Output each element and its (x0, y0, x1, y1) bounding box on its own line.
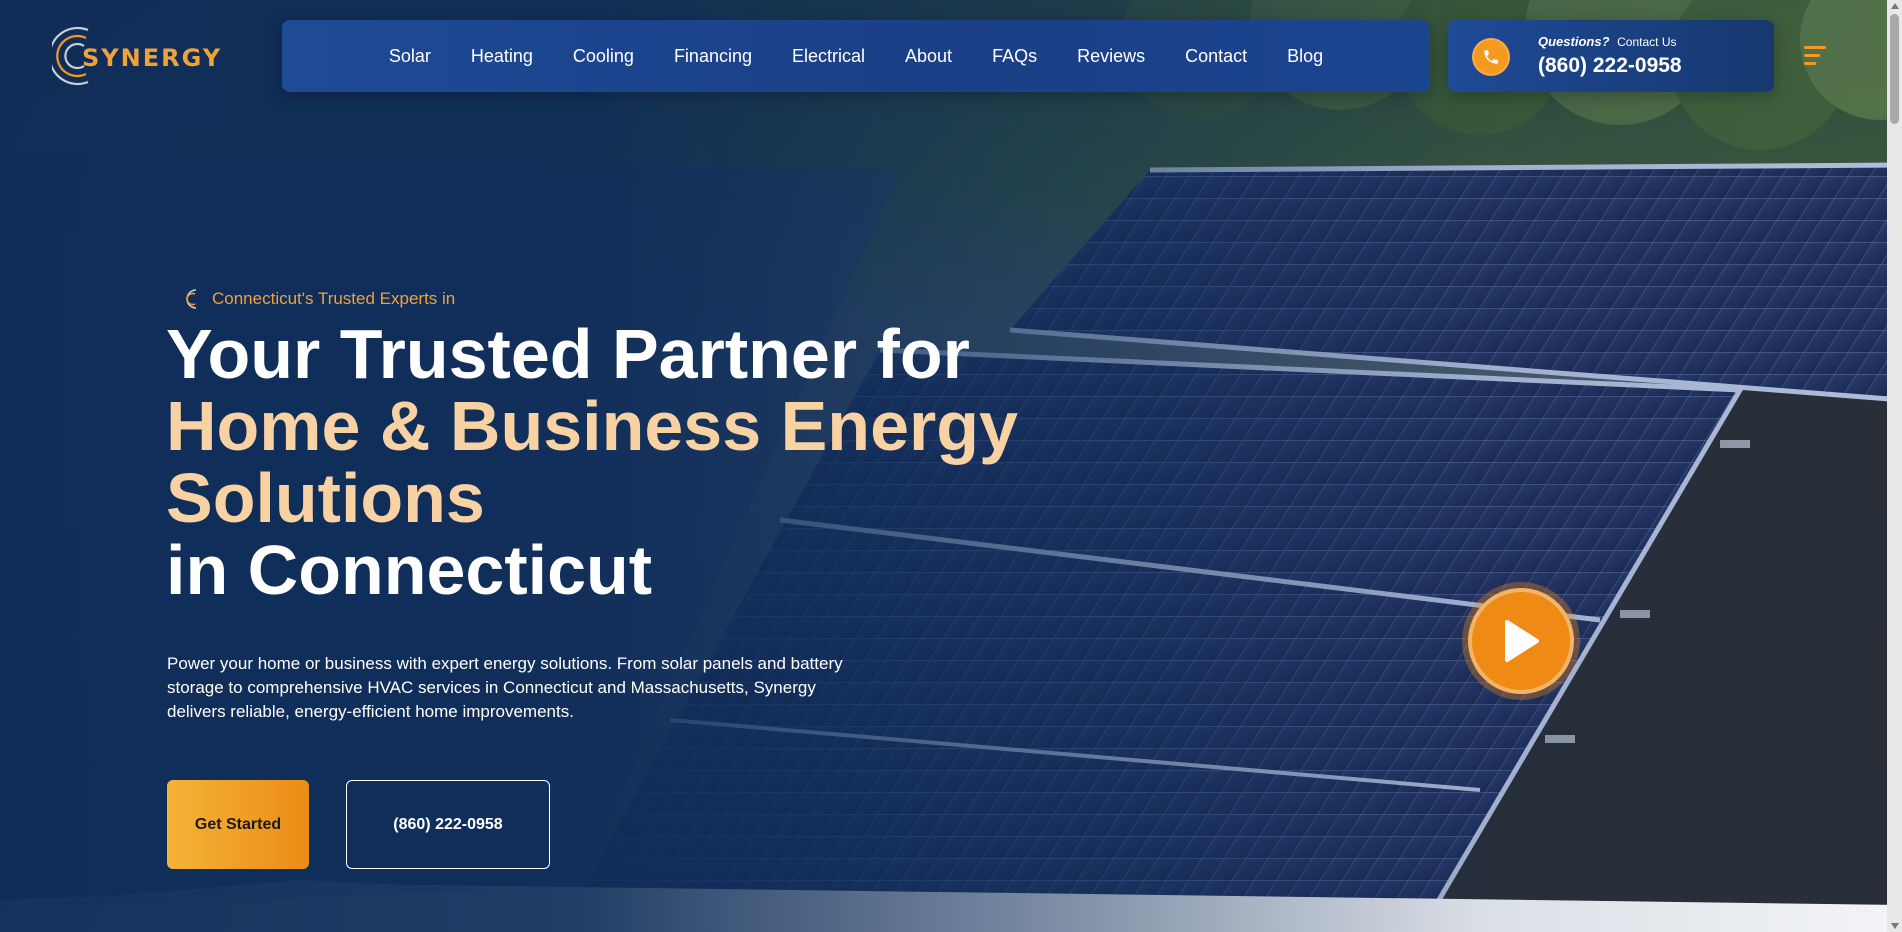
nav-item-financing[interactable]: Financing (674, 46, 752, 67)
nav-item-about[interactable]: About (905, 46, 952, 67)
nav-item-faqs[interactable]: FAQs (992, 46, 1037, 67)
hero-title-line-4: in Connecticut (166, 531, 653, 609)
hamburger-menu-icon[interactable] (1804, 46, 1830, 70)
nav-item-electrical[interactable]: Electrical (792, 46, 865, 67)
nav-item-solar[interactable]: Solar (389, 46, 431, 67)
nav-item-contact[interactable]: Contact (1185, 46, 1247, 67)
get-started-button[interactable]: Get Started (167, 780, 309, 869)
page: SYNERGY Solar Heating Cooling Financing … (0, 0, 1902, 932)
hero-title-accent-line-2: Solutions (166, 459, 485, 537)
hero-title-accent-line-1: Home & Business Energy (166, 387, 1018, 465)
hero-description: Power your home or business with expert … (167, 654, 843, 721)
contact-question: Questions? Contact Us (1538, 34, 1677, 49)
hero-title-line-1: Your Trusted Partner for (166, 315, 970, 393)
logo-swirl-icon (186, 289, 197, 309)
hero-section: SYNERGY Solar Heating Cooling Financing … (0, 0, 1902, 932)
nav-item-reviews[interactable]: Reviews (1077, 46, 1145, 67)
hero-eyebrow-text: Connecticut's Trusted Experts in (212, 289, 456, 308)
scroll-up-arrow-icon[interactable] (1891, 3, 1899, 9)
phone-icon (1472, 38, 1510, 76)
nav-item-cooling[interactable]: Cooling (573, 46, 634, 67)
header-phone-number[interactable]: (860) 222-0958 (1538, 54, 1682, 78)
call-phone-button[interactable]: (860) 222-0958 (346, 780, 550, 869)
play-icon (1505, 620, 1539, 662)
hero-eyebrow: Connecticut's Trusted Experts in (182, 288, 455, 310)
logo[interactable]: SYNERGY (52, 24, 220, 88)
main-navigation: Solar Heating Cooling Financing Electric… (282, 20, 1430, 92)
header-contact-box[interactable]: Questions? Contact Us (860) 222-0958 (1448, 20, 1774, 92)
questions-label: Questions? (1538, 34, 1610, 49)
nav-item-heating[interactable]: Heating (471, 46, 533, 67)
nav-item-blog[interactable]: Blog (1287, 46, 1323, 67)
scrollbar-thumb[interactable] (1890, 14, 1899, 124)
scroll-down-arrow-icon[interactable] (1891, 923, 1899, 929)
logo-text: SYNERGY (82, 44, 223, 72)
hero-title: Your Trusted Partner for Home & Business… (166, 318, 1066, 606)
page-scrollbar[interactable] (1887, 0, 1902, 932)
play-video-button[interactable] (1468, 588, 1574, 694)
contact-us-label: Contact Us (1617, 35, 1677, 49)
